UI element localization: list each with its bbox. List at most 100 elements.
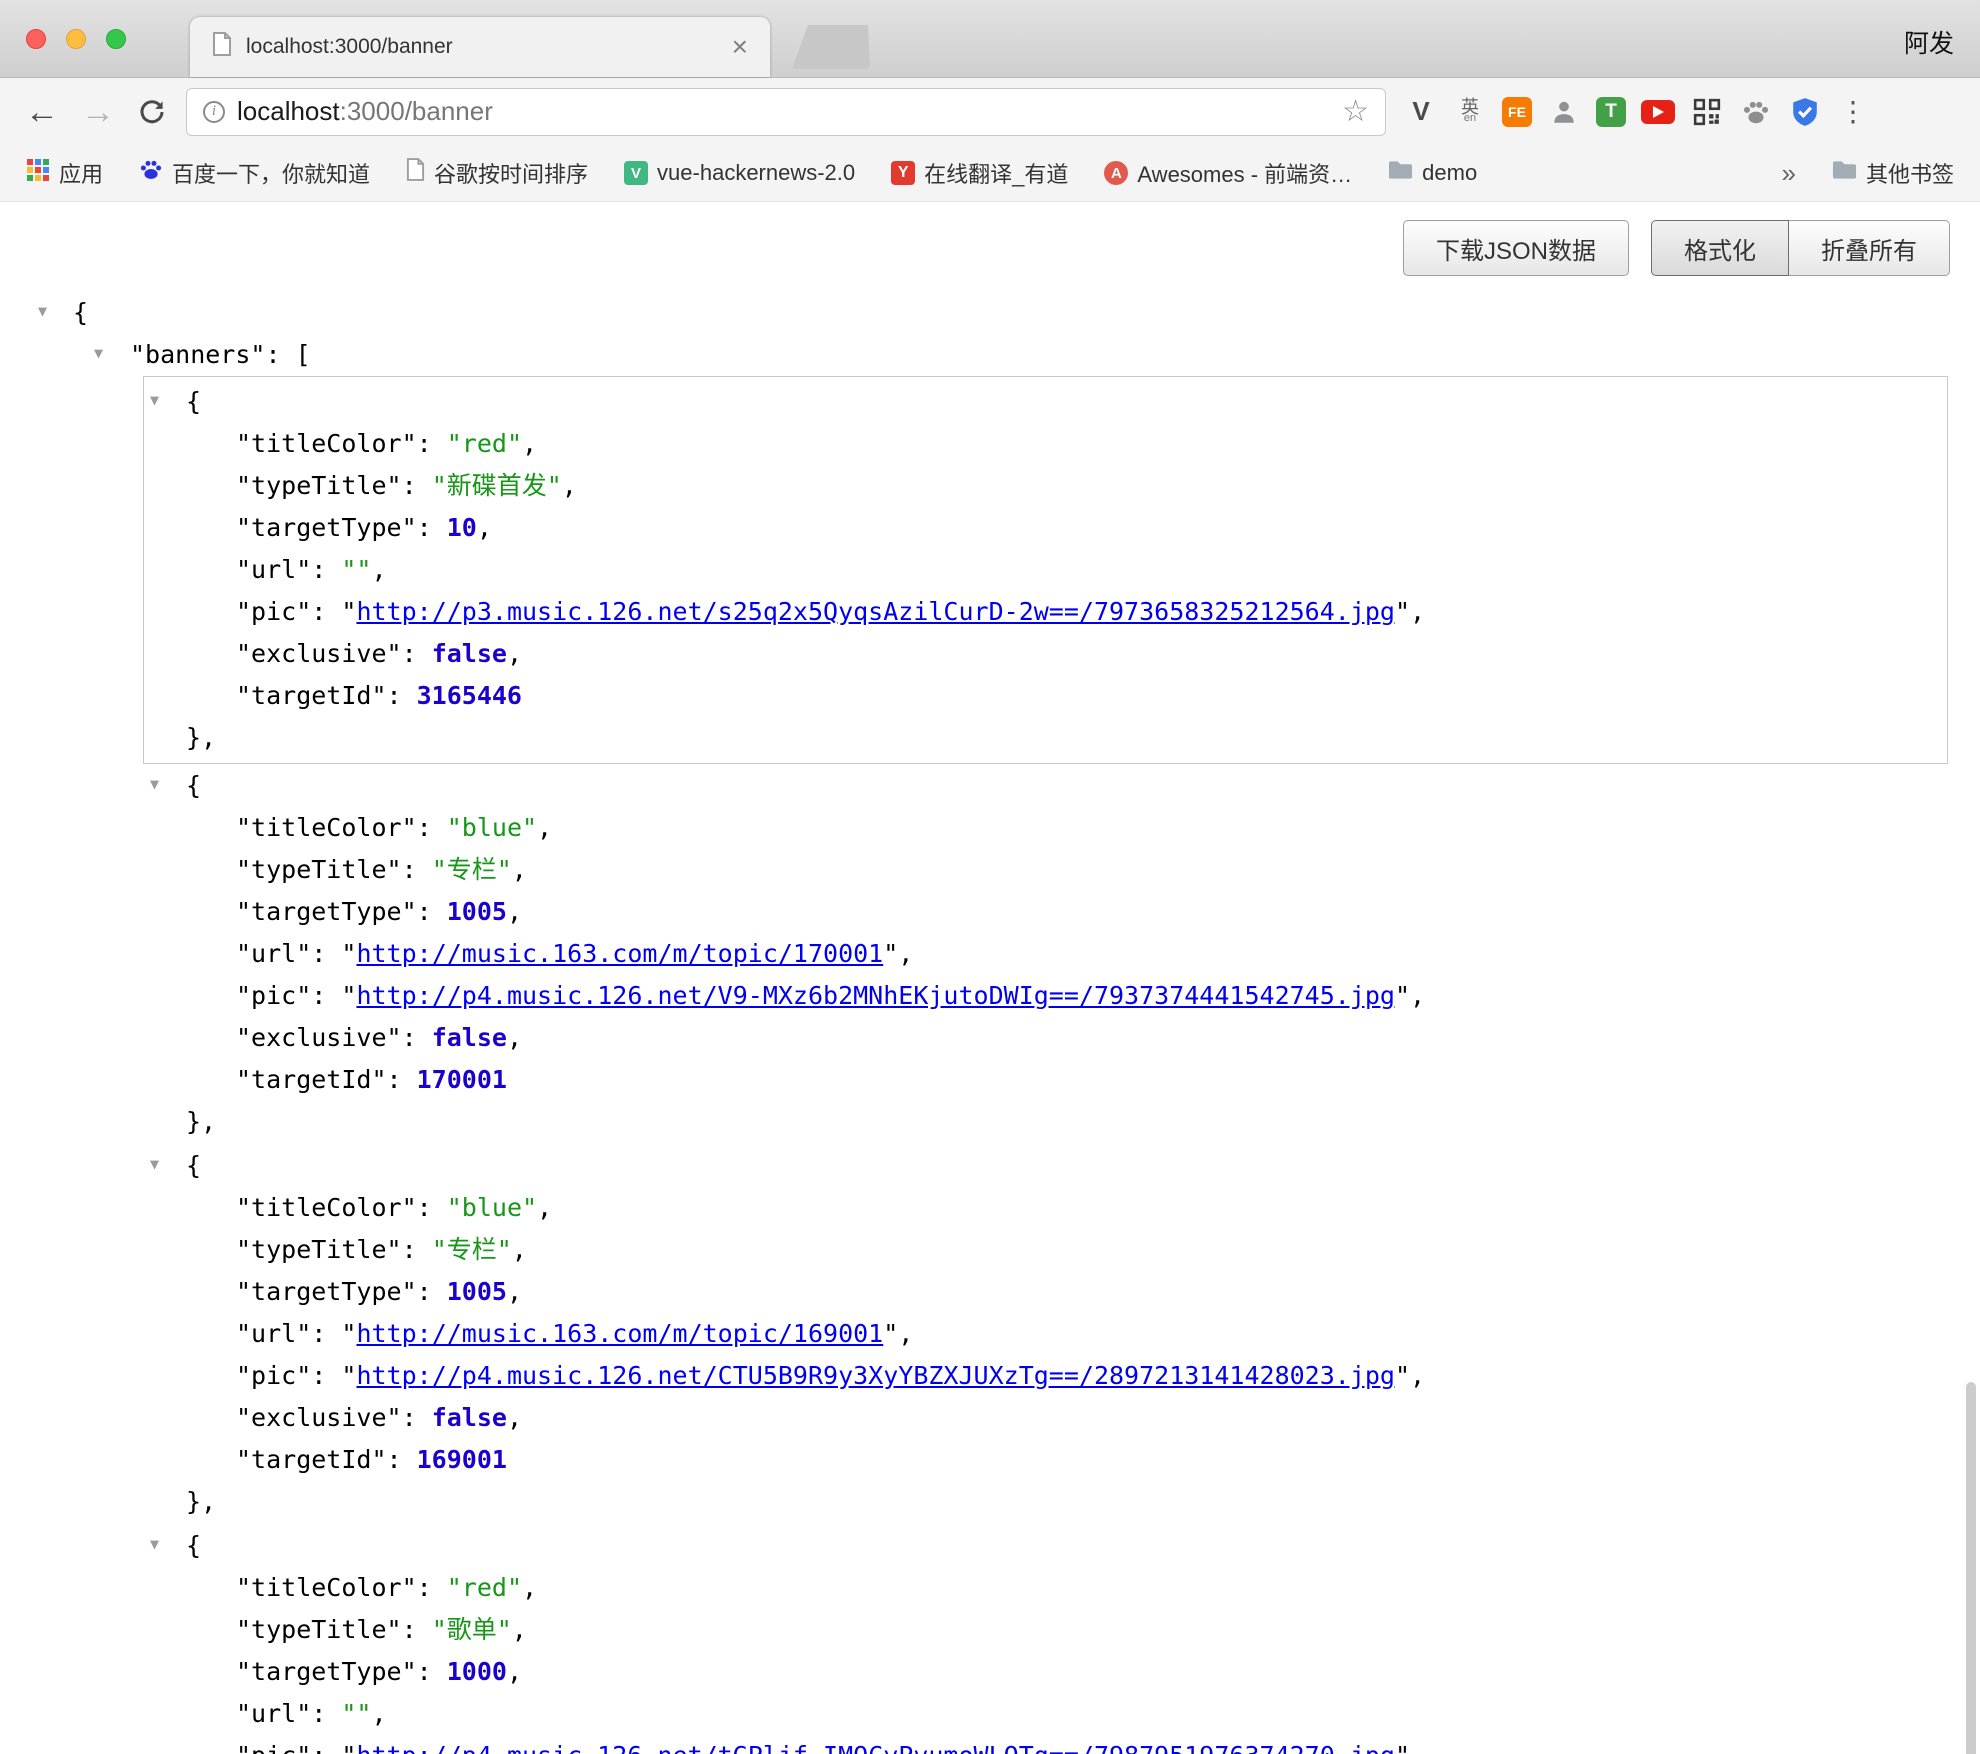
extension-icons: V 英en FE T ⋮ [1404, 95, 1873, 129]
tab-close-icon[interactable]: × [732, 33, 748, 61]
bookmark-awesomes[interactable]: A Awesomes - 前端资… [1104, 157, 1352, 189]
collapse-all-button[interactable]: 折叠所有 [1789, 220, 1950, 276]
json-object: ▼{"titleColor": "red","typeTitle": "歌单",… [143, 1524, 1948, 1754]
zoom-window-button[interactable] [106, 29, 126, 49]
vimium-extension-icon[interactable]: V [1404, 95, 1438, 129]
bookmark-google-sort[interactable]: 谷歌按时间排序 [406, 157, 588, 189]
json-token: "pic" [236, 1741, 311, 1754]
json-link[interactable]: http://p4.music.126.net/tGPljf-IMOCyPvum… [356, 1741, 1395, 1754]
json-token: "targetType" [236, 897, 417, 926]
format-button[interactable]: 格式化 [1651, 220, 1789, 276]
bookmark-label: vue-hackernews-2.0 [657, 160, 855, 186]
org-extension-icon[interactable] [1547, 95, 1581, 129]
json-link[interactable]: http://p4.music.126.net/CTU5B9R9y3XyYBZX… [356, 1361, 1395, 1390]
translate-extension-icon[interactable]: 英en [1453, 95, 1487, 129]
collapse-toggle-icon[interactable]: ▼ [38, 304, 47, 319]
t-shield-extension-icon[interactable]: T [1596, 97, 1626, 127]
json-link[interactable]: http://p4.music.126.net/V9-MXz6b2MNhEKju… [356, 981, 1395, 1010]
json-token: 10 [447, 513, 477, 542]
tab-localhost-banner[interactable]: localhost:3000/banner × [190, 17, 770, 77]
json-token: : [402, 855, 432, 884]
json-token: , [1410, 597, 1425, 626]
json-token: "专栏" [432, 1235, 512, 1264]
collapse-toggle-icon[interactable]: ▼ [94, 346, 103, 361]
address-bar[interactable]: i localhost:3000/banner ☆ [186, 88, 1386, 136]
back-button[interactable]: ← [14, 95, 70, 129]
folder-icon [1388, 160, 1413, 186]
json-token: " [341, 981, 356, 1010]
json-token: " [1395, 1741, 1410, 1754]
bookmark-star-icon[interactable]: ☆ [1342, 94, 1369, 129]
json-token: 1005 [447, 1277, 507, 1306]
json-token: "targetId" [236, 1065, 387, 1094]
bookmark-baidu[interactable]: 百度一下，你就知道 [139, 157, 370, 189]
json-token: : [417, 897, 447, 926]
paw-extension-icon[interactable] [1739, 95, 1773, 129]
bookmark-youdao[interactable]: Y 在线翻译_有道 [891, 157, 1068, 189]
json-token: , [507, 897, 522, 926]
json-token: : [311, 597, 341, 626]
browser-toolbar: ← → i localhost:3000/banner ☆ V 英en FE T [0, 78, 1980, 145]
json-brace-line: }, [144, 717, 1947, 759]
json-field-titleColor: "titleColor": "blue", [144, 807, 1947, 849]
collapse-toggle-icon[interactable]: ▼ [150, 1157, 159, 1172]
json-token: { [186, 1151, 201, 1180]
json-token: "专栏" [432, 855, 512, 884]
browser-menu-icon[interactable]: ⋮ [1839, 95, 1867, 128]
json-object: ▼{"titleColor": "blue","typeTitle": "专栏"… [143, 764, 1948, 1144]
json-token: "titleColor" [236, 1193, 417, 1222]
bookmarks-bar: 应用 百度一下，你就知道 谷歌按时间排序 V vue-hackernews-2.… [0, 145, 1980, 202]
other-bookmarks-folder[interactable]: 其他书签 [1832, 157, 1954, 189]
fe-extension-icon[interactable]: FE [1502, 97, 1532, 127]
json-token: : [402, 1023, 432, 1052]
json-token: , [562, 471, 577, 500]
json-object: ▼{"titleColor": "red","typeTitle": "新碟首发… [143, 376, 1948, 764]
reload-button[interactable] [126, 97, 178, 127]
json-objects: ▼{"titleColor": "red","typeTitle": "新碟首发… [0, 376, 1980, 1754]
json-token: : [402, 471, 432, 500]
url-text[interactable]: localhost:3000/banner [237, 96, 493, 127]
qr-code-extension-icon[interactable] [1690, 95, 1724, 129]
folder-icon [1832, 160, 1857, 186]
json-token: "url" [236, 939, 311, 968]
json-field-pic: "pic": "http://p4.music.126.net/CTU5B9R9… [144, 1355, 1947, 1397]
forward-button[interactable]: → [70, 95, 126, 129]
json-token: "titleColor" [236, 813, 417, 842]
json-token: "typeTitle" [236, 1615, 402, 1644]
scrollbar[interactable] [1966, 1382, 1976, 1754]
json-link[interactable]: http://music.163.com/m/topic/170001 [356, 939, 883, 968]
json-field-typeTitle: "typeTitle": "歌单", [144, 1609, 1947, 1651]
json-brace-line: ▼{ [144, 1525, 1947, 1567]
json-token: , [1410, 1361, 1425, 1390]
bookmark-folder-demo[interactable]: demo [1388, 160, 1477, 186]
json-token: "red" [447, 429, 522, 458]
json-token: 169001 [417, 1445, 507, 1474]
json-link[interactable]: http://music.163.com/m/topic/169001 [356, 1319, 883, 1348]
close-window-button[interactable] [26, 29, 46, 49]
profile-name[interactable]: 阿发 [1904, 24, 1954, 60]
collapse-toggle-icon[interactable]: ▼ [150, 777, 159, 792]
json-link[interactable]: http://p3.music.126.net/s25q2x5QyqsAzilC… [356, 597, 1395, 626]
json-token: "red" [447, 1573, 522, 1602]
json-field-targetType: "targetType": 1005, [144, 891, 1947, 933]
bookmarks-overflow-chevron[interactable]: » [1782, 158, 1796, 189]
json-field-typeTitle: "typeTitle": "新碟首发", [144, 465, 1947, 507]
bookmark-apps[interactable]: 应用 [26, 157, 103, 189]
play-icon [1653, 106, 1664, 118]
collapse-toggle-icon[interactable]: ▼ [150, 1537, 159, 1552]
bookmark-label: Awesomes - 前端资… [1137, 157, 1352, 189]
json-viewer: ▼{ ▼"banners": [ ▼{"titleColor": "red","… [0, 292, 1980, 1754]
youtube-extension-icon[interactable] [1641, 100, 1675, 124]
new-tab-button[interactable] [792, 25, 870, 69]
minimize-window-button[interactable] [66, 29, 86, 49]
safety-shield-extension-icon[interactable] [1788, 95, 1822, 129]
page-info-icon[interactable]: i [203, 101, 225, 123]
json-token: , [898, 1319, 913, 1348]
json-token: , [507, 1403, 522, 1432]
json-token: " [883, 939, 898, 968]
json-token: : [311, 1741, 341, 1754]
bookmark-vue-hackernews[interactable]: V vue-hackernews-2.0 [624, 160, 855, 186]
json-field-pic: "pic": "http://p4.music.126.net/tGPljf-I… [144, 1735, 1947, 1754]
collapse-toggle-icon[interactable]: ▼ [150, 393, 159, 408]
download-json-button[interactable]: 下载JSON数据 [1403, 220, 1629, 276]
